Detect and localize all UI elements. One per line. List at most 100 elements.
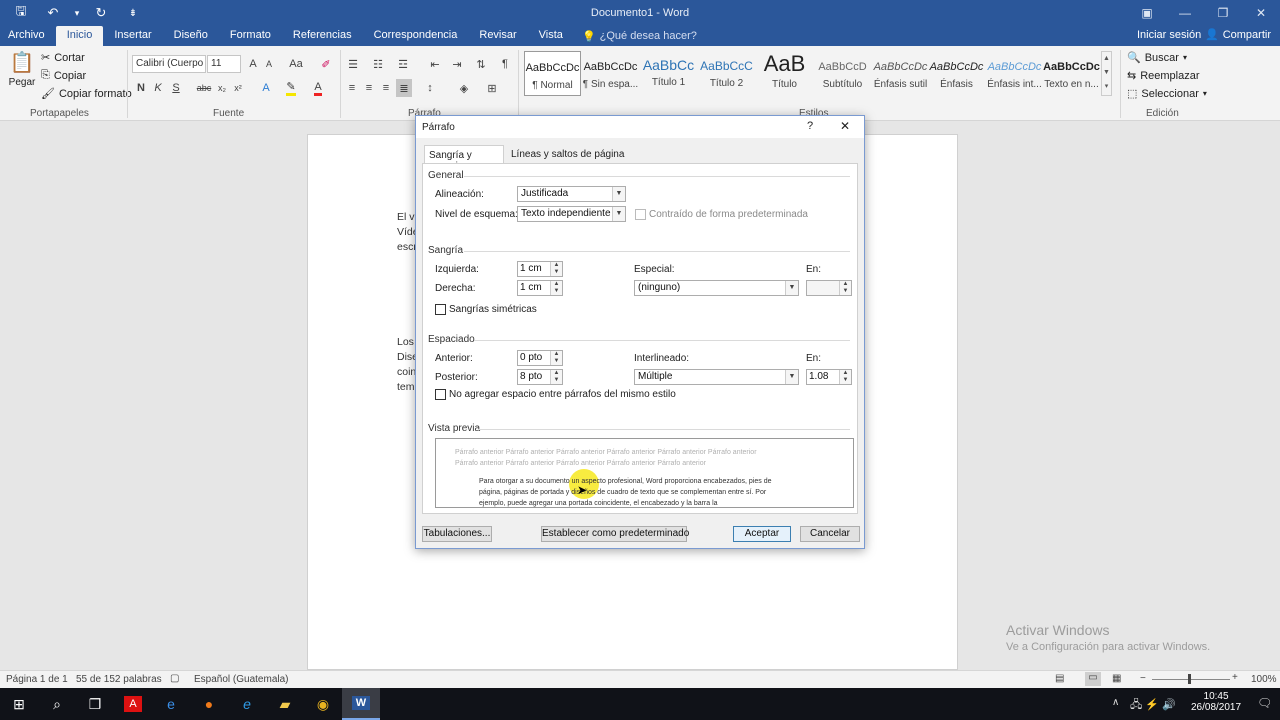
spinner-arrows-icon[interactable]: ▲ ▼ — [839, 281, 851, 295]
numbering-icon[interactable]: ☷ — [370, 55, 386, 73]
dialog-close-icon[interactable]: ✕ — [840, 119, 850, 133]
tab-archivo[interactable]: Archivo — [0, 26, 56, 46]
acrobat-icon[interactable]: A — [114, 688, 152, 720]
tab-insertar[interactable]: Insertar — [103, 26, 162, 46]
style-title[interactable]: AaB Título — [756, 51, 813, 96]
read-mode-icon[interactable]: ▤ — [1055, 673, 1064, 684]
tab-indents-spacing[interactable]: Sangría y espacio — [424, 145, 504, 172]
spacing-after-spinner[interactable]: 8 pto ▲ ▼ — [517, 369, 563, 385]
clear-formatting-icon[interactable]: ✐ — [318, 55, 334, 73]
indent-right-spinner[interactable]: 1 cm ▲ ▼ — [517, 280, 563, 296]
find-button[interactable]: 🔍 Buscar ▾ — [1127, 51, 1187, 65]
firefox-icon[interactable]: ● — [190, 688, 228, 720]
share-button[interactable]: 👤 Compartir — [1205, 28, 1271, 42]
mirror-indents-checkbox[interactable] — [435, 304, 446, 315]
show-hidden-icons[interactable]: ∧ — [1112, 697, 1119, 708]
task-view-icon[interactable]: ❐ — [76, 688, 114, 720]
styles-scroll[interactable]: ▲ ▼ ▾ — [1101, 51, 1112, 96]
style-strong[interactable]: AaBbCcDc Texto en n... — [1043, 51, 1100, 96]
select-button[interactable]: ⬚ Seleccionar ▾ — [1127, 87, 1207, 101]
borders-icon[interactable]: ⊞ — [484, 79, 500, 97]
cut-button[interactable]: ✂ Cortar — [41, 51, 85, 65]
search-icon[interactable]: ⌕ — [38, 688, 76, 720]
font-color-icon[interactable]: A — [310, 79, 326, 97]
clock[interactable]: 10:45 26/08/2017 — [1191, 691, 1241, 713]
tabs-button[interactable]: Tabulaciones... — [422, 526, 492, 542]
style-no-spacing[interactable]: AaBbCcDc ¶ Sin espa... — [582, 51, 639, 96]
style-normal[interactable]: AaBbCcDc ¶ Normal — [524, 51, 581, 96]
align-left-icon[interactable]: ≡ — [345, 79, 359, 97]
style-emphasis[interactable]: AaBbCcDc Énfasis — [928, 51, 985, 96]
decrease-indent-icon[interactable]: ⇤ — [428, 55, 442, 73]
restore-icon[interactable]: ❐ — [1204, 0, 1242, 26]
style-heading-2[interactable]: AaBbCcC Título 2 — [698, 51, 755, 96]
proofing-icon[interactable]: ▢ — [170, 673, 179, 684]
web-layout-icon[interactable]: ▦ — [1112, 673, 1121, 684]
tab-vista[interactable]: Vista — [528, 26, 574, 46]
highlight-icon[interactable]: ✎ — [283, 79, 299, 97]
tell-me-box[interactable]: 💡 ¿Qué desea hacer? — [582, 30, 697, 43]
subscript-icon[interactable]: x₂ — [216, 79, 228, 97]
text-effects-icon[interactable]: A — [258, 79, 274, 97]
spinner-arrows-icon[interactable]: ▲ ▼ — [550, 262, 562, 276]
zoom-in-icon[interactable]: + — [1232, 672, 1238, 683]
format-painter-button[interactable]: 🖌 Copiar formato — [41, 87, 132, 101]
spinner-arrows-icon[interactable]: ▲ ▼ — [839, 370, 851, 384]
underline-icon[interactable]: S — [170, 79, 182, 97]
edge-icon[interactable]: e — [152, 688, 190, 720]
align-center-icon[interactable]: ≡ — [362, 79, 376, 97]
chrome-icon[interactable]: ◉ — [304, 688, 342, 720]
zoom-out-icon[interactable]: − — [1140, 673, 1146, 684]
style-heading-1[interactable]: AaBbCc Título 1 — [640, 51, 697, 96]
minimize-icon[interactable]: — — [1166, 0, 1204, 26]
replace-button[interactable]: ⇆ Reemplazar — [1127, 69, 1200, 83]
line-spacing-icon[interactable]: ↕ — [422, 79, 438, 97]
align-right-icon[interactable]: ≡ — [379, 79, 393, 97]
zoom-slider[interactable] — [1152, 679, 1230, 680]
word-taskbar-icon[interactable]: W — [342, 688, 380, 720]
spinner-arrows-icon[interactable]: ▲ ▼ — [550, 351, 562, 365]
language-indicator[interactable]: Español (Guatemala) — [194, 674, 289, 685]
signin-link[interactable]: Iniciar sesión — [1137, 29, 1201, 41]
shading-icon[interactable]: ◈ — [456, 79, 472, 97]
line-spacing-at-spinner[interactable]: 1.08 ▲ ▼ — [806, 369, 852, 385]
file-explorer-icon[interactable]: ▰ — [266, 688, 304, 720]
cancel-button[interactable]: Cancelar — [800, 526, 860, 542]
copy-button[interactable]: ⎘ Copiar — [41, 69, 86, 82]
alignment-select[interactable]: Justificada ▼ — [517, 186, 626, 202]
sort-icon[interactable]: ⇅ — [474, 55, 488, 73]
change-case-icon[interactable]: Aa — [284, 55, 308, 73]
multilevel-list-icon[interactable]: ☲ — [395, 55, 411, 73]
window-close-icon[interactable]: ✕ — [1242, 0, 1280, 26]
line-spacing-select[interactable]: Múltiple ▼ — [634, 369, 799, 385]
outline-level-select[interactable]: Texto independiente ▼ — [517, 206, 626, 222]
tab-correspondencia[interactable]: Correspondencia — [363, 26, 469, 46]
tab-referencias[interactable]: Referencias — [282, 26, 363, 46]
justify-icon[interactable]: ≣ — [396, 79, 412, 97]
tab-inicio[interactable]: Inicio — [55, 26, 104, 46]
increase-indent-icon[interactable]: ⇥ — [450, 55, 464, 73]
system-tray-icons[interactable]: 🖧 ⚡ 🔊 — [1130, 696, 1176, 715]
font-size-combo[interactable]: 11 — [207, 55, 241, 73]
print-layout-icon[interactable]: ▭ — [1085, 672, 1101, 686]
ok-button[interactable]: Aceptar — [733, 526, 791, 542]
superscript-icon[interactable]: x² — [232, 79, 244, 97]
pilcrow-icon[interactable]: ¶ — [498, 55, 512, 73]
notifications-icon[interactable]: 🗨 — [1257, 696, 1272, 710]
bullets-icon[interactable]: ☰ — [345, 55, 361, 73]
strikethrough-icon[interactable]: abc — [196, 79, 212, 97]
tab-revisar[interactable]: Revisar — [468, 26, 527, 46]
style-subtle-emphasis[interactable]: AaBbCcDc Énfasis sutil — [872, 51, 929, 96]
paste-button[interactable]: 📋 Pegar — [8, 50, 36, 104]
set-default-button[interactable]: Establecer como predeterminado — [541, 526, 689, 542]
windows-start-icon[interactable]: ⊞ — [0, 688, 38, 720]
bold-icon[interactable]: N — [135, 79, 147, 97]
zoom-level[interactable]: 100% — [1251, 674, 1277, 685]
page-count[interactable]: Página 1 de 1 — [6, 674, 68, 685]
word-count[interactable]: 55 de 152 palabras — [76, 674, 162, 685]
tab-formato[interactable]: Formato — [219, 26, 282, 46]
tab-line-page-breaks[interactable]: Líneas y saltos de página — [511, 149, 624, 160]
zoom-slider-thumb[interactable] — [1188, 674, 1191, 684]
ribbon-display-icon[interactable]: ▣ — [1128, 0, 1166, 26]
font-name-combo[interactable]: Calibri (Cuerpo — [132, 55, 206, 73]
